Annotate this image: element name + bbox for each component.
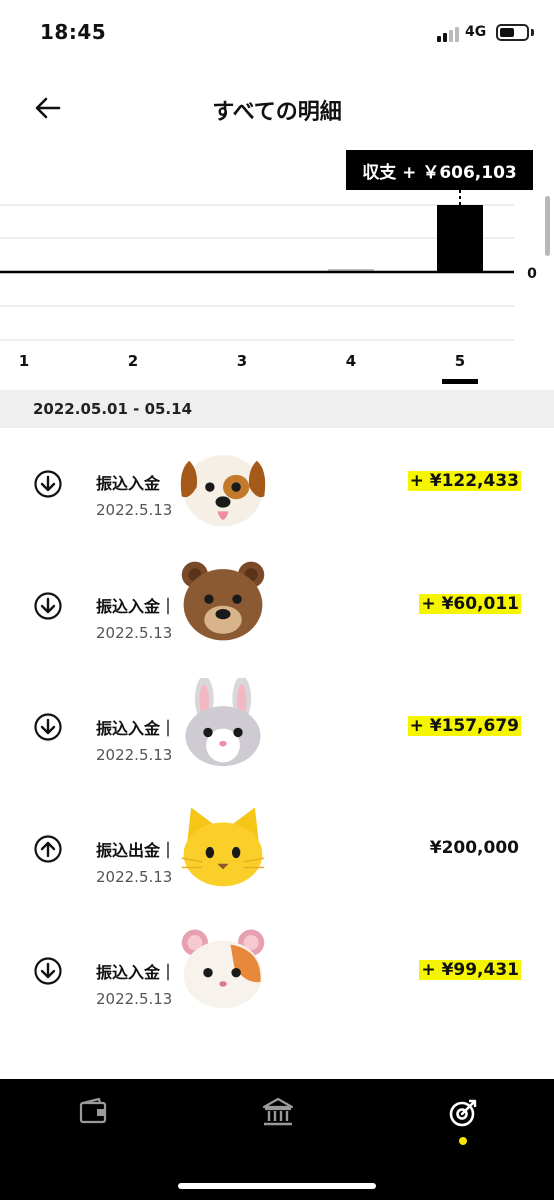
transaction-row[interactable]: 振込出金｜ 2022.5.13 ¥200,000: [0, 799, 554, 919]
battery-level: [500, 28, 514, 37]
transaction-title: 振込入金｜: [96, 597, 177, 616]
battery-tip: [531, 29, 534, 36]
transaction-date: 2022.5.13: [96, 624, 173, 642]
network-type: 4G: [465, 24, 487, 40]
nav-bank-button[interactable]: [248, 1097, 308, 1157]
transaction-amount: + ¥60,011: [419, 594, 521, 614]
target-icon: [449, 1099, 477, 1127]
transaction-title: 振込出金｜: [96, 841, 177, 860]
scroll-indicator[interactable]: [545, 196, 550, 256]
battery-icon: [496, 24, 529, 41]
page-title: すべての明細: [212, 100, 342, 125]
dog-emoji: [176, 442, 270, 532]
bear-emoji: [176, 556, 270, 646]
transaction-title: 振込入金｜: [96, 963, 177, 982]
transaction-row[interactable]: 振込入金｜ 2022.5.13 + ¥157,679: [0, 677, 554, 797]
chart-x-tick-label: 2: [128, 352, 138, 370]
cat-emoji: [176, 800, 270, 890]
arrow-down-circle-icon: [34, 957, 62, 985]
nav-target-button[interactable]: [433, 1097, 493, 1157]
transaction-row[interactable]: 振込入金｜ 2022.5.13 + ¥99,431: [0, 921, 554, 1041]
transaction-date: 2022.5.13: [96, 868, 173, 886]
chart-x-tick-label: 4: [346, 352, 356, 370]
transaction-date: 2022.5.13: [96, 501, 173, 519]
home-indicator: [178, 1183, 376, 1189]
chart-tooltip: 収支 + ￥606,103: [346, 150, 533, 190]
chart-x-tick-label: 5: [455, 352, 465, 370]
chart-bar: [437, 205, 483, 272]
arrow-down-circle-icon: [34, 470, 62, 498]
transaction-title: 振込入金｜: [96, 719, 177, 738]
transaction-amount: + ¥122,433: [407, 471, 521, 491]
chart-selected-tab-indicator: [442, 379, 478, 384]
bank-icon: [262, 1097, 294, 1126]
wallet-icon: [79, 1097, 107, 1124]
transaction-amount: + ¥99,431: [419, 960, 521, 980]
transaction-date: 2022.5.13: [96, 990, 173, 1008]
transaction-amount: + ¥157,679: [407, 716, 521, 736]
transaction-row[interactable]: 振込入金 2022.5.13 + ¥122,433: [0, 432, 554, 552]
arrow-down-circle-icon: [34, 592, 62, 620]
chart-x-tick-label: 3: [237, 352, 247, 370]
transaction-date: 2022.5.13: [96, 746, 173, 764]
signal-strength-icon: [437, 26, 461, 42]
period-header: 2022.05.01 - 05.14: [0, 390, 554, 428]
transaction-title: 振込入金: [96, 474, 161, 493]
chart-zero-label: 0: [527, 266, 537, 282]
nav-active-dot: [459, 1137, 467, 1145]
arrow-down-circle-icon: [34, 713, 62, 741]
bottom-navigation: [0, 1079, 554, 1200]
transaction-amount: ¥200,000: [429, 838, 519, 858]
rabbit-emoji: [176, 678, 270, 768]
status-time: 18:45: [40, 20, 107, 44]
nav-wallet-button[interactable]: [64, 1097, 124, 1157]
hamster-emoji: [176, 922, 270, 1012]
arrow-up-circle-icon: [34, 835, 62, 863]
period-label: 2022.05.01 - 05.14: [33, 400, 193, 418]
status-bar: 18:45 4G: [0, 0, 554, 68]
transaction-row[interactable]: 振込入金｜ 2022.5.13 + ¥60,011: [0, 555, 554, 675]
chart-x-tick-label: 1: [19, 352, 29, 370]
